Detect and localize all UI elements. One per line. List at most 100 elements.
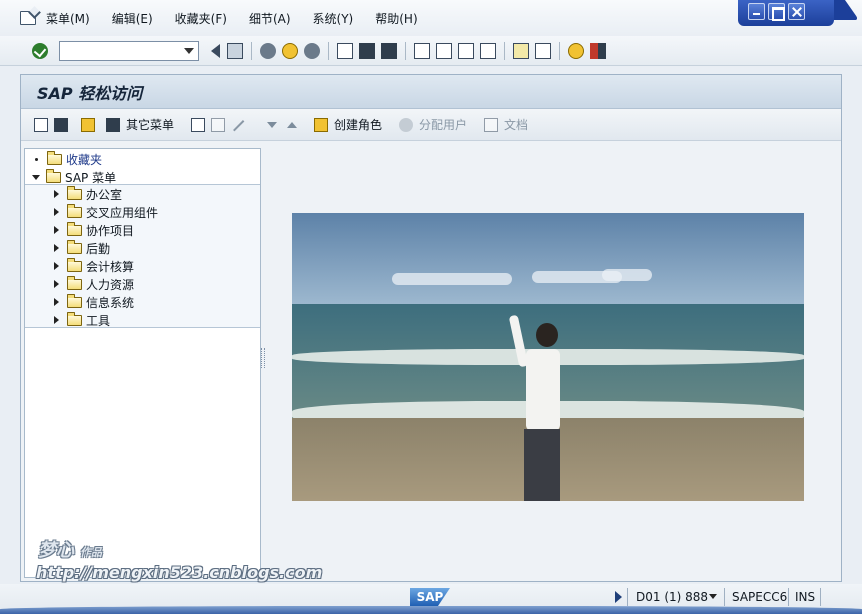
other-menu-icon[interactable] <box>106 117 120 132</box>
menu-bar: 菜单(M) 编辑(E) 收藏夹(F) 细节(A) 系统(Y) 帮助(H) <box>0 0 862 36</box>
tree-node-label: 后勤 <box>86 241 111 256</box>
folder-open-icon <box>46 168 61 183</box>
watermark-url: http://mengxin523.cnblogs.com <box>36 563 323 582</box>
last-page-icon[interactable] <box>480 42 496 59</box>
menu-favorites[interactable]: 收藏夹(F) <box>175 10 227 27</box>
next-page-icon[interactable] <box>458 42 474 59</box>
chevron-down-icon[interactable] <box>184 47 194 54</box>
create-role-icon[interactable] <box>314 117 329 132</box>
status-expand-icon[interactable] <box>615 591 622 603</box>
move-down-icon[interactable] <box>267 121 278 128</box>
create-role-button[interactable]: 创建角色 <box>334 116 382 133</box>
expand-arrow-icon[interactable] <box>32 174 40 180</box>
photo-cloud <box>392 273 512 285</box>
collapse-arrow-icon[interactable] <box>54 262 59 270</box>
documentation-icon[interactable] <box>484 117 499 132</box>
toolbar-separator <box>251 41 252 60</box>
folder-icon <box>67 293 82 308</box>
tree-node-collaboration[interactable]: 协作项目 <box>54 221 134 239</box>
panel-splitter[interactable] <box>261 148 265 578</box>
watermark-author-suffix: 作品 <box>80 546 102 559</box>
new-session-icon[interactable] <box>513 42 529 59</box>
folder-icon <box>67 311 82 326</box>
tree-node-logistics[interactable]: 后勤 <box>54 239 110 257</box>
enter-icon[interactable] <box>32 42 48 59</box>
watermark-author: 梦心 作品 <box>38 536 102 562</box>
folder-icon <box>67 239 82 254</box>
folder-icon <box>67 275 82 290</box>
assign-users-button[interactable]: 分配用户 <box>419 116 467 133</box>
minimize-button[interactable] <box>748 3 765 20</box>
shortcut-icon[interactable] <box>535 42 551 59</box>
menu-system[interactable]: 系统(Y) <box>313 10 354 27</box>
main-window: SAP 轻松访问 其它菜单 创建角色 分配用户 文档 收藏夹 SAP 菜单 办公… <box>20 74 842 582</box>
standard-toolbar <box>0 36 862 66</box>
tree-node-hr[interactable]: 人力资源 <box>54 275 134 293</box>
collapse-arrow-icon[interactable] <box>54 280 59 288</box>
tree-node-office[interactable]: 办公室 <box>54 185 122 203</box>
menu-details[interactable]: 细节(A) <box>249 10 291 27</box>
print-icon[interactable] <box>337 42 353 59</box>
system-menu-icon[interactable] <box>20 11 36 25</box>
tree-node-favorites[interactable]: 收藏夹 <box>33 150 102 168</box>
delete-icon[interactable] <box>211 117 226 132</box>
assign-users-icon[interactable] <box>399 117 414 132</box>
watermark-author-name: 梦心 <box>38 540 74 561</box>
menu-edit[interactable]: 编辑(E) <box>112 10 153 27</box>
tree-node-tools[interactable]: 工具 <box>54 311 110 329</box>
status-mode[interactable]: INS <box>795 590 815 604</box>
bullet-icon <box>35 157 38 161</box>
cancel-icon[interactable] <box>304 42 320 59</box>
save-icon[interactable] <box>227 42 243 59</box>
collapse-arrow-icon[interactable] <box>54 190 59 198</box>
close-button[interactable] <box>788 3 805 20</box>
tree-node-label: SAP 菜单 <box>65 170 117 185</box>
page-title: SAP 轻松访问 <box>37 83 143 103</box>
back-icon[interactable] <box>211 43 220 58</box>
status-server: SAPECC6 <box>732 590 788 604</box>
status-separator <box>627 588 628 606</box>
taskbar-edge <box>0 606 862 614</box>
toolbar-separator <box>328 41 329 60</box>
tree-node-info-systems[interactable]: 信息系统 <box>54 293 134 311</box>
other-menu-button[interactable]: 其它菜单 <box>126 116 174 133</box>
folder-icon <box>67 185 82 200</box>
back-arrow-icon[interactable] <box>260 42 276 59</box>
window-controls <box>738 0 834 26</box>
user-menu-icon[interactable] <box>81 117 95 132</box>
find-next-icon[interactable] <box>381 42 397 59</box>
tree-node-label: 工具 <box>86 313 111 328</box>
tree-node-accounting[interactable]: 会计核算 <box>54 257 134 275</box>
exit-icon[interactable] <box>282 42 298 59</box>
status-system: D01 (1) 888 <box>636 590 709 604</box>
add-to-favorites-icon[interactable] <box>34 117 48 132</box>
collapse-arrow-icon[interactable] <box>54 226 59 234</box>
photo-person-head <box>536 323 558 347</box>
collapse-arrow-icon[interactable] <box>54 208 59 216</box>
previous-page-icon[interactable] <box>436 42 452 59</box>
layout-menu-icon[interactable] <box>590 42 606 59</box>
tree-node-label: 交叉应用组件 <box>86 205 159 220</box>
collapse-arrow-icon[interactable] <box>54 316 59 324</box>
menu-help[interactable]: 帮助(H) <box>375 10 417 27</box>
move-up-icon[interactable] <box>287 121 298 128</box>
tree-node-cross-app[interactable]: 交叉应用组件 <box>54 203 158 221</box>
help-icon[interactable] <box>568 42 584 59</box>
maximize-button[interactable] <box>768 3 785 21</box>
favorites-icon[interactable] <box>54 117 68 132</box>
add-icon[interactable] <box>191 117 206 132</box>
title-bar: SAP 轻松访问 <box>21 75 841 109</box>
menu-menu[interactable]: 菜单(M) <box>46 10 90 27</box>
toolbar-separator <box>504 41 505 60</box>
photo-person-legs <box>524 429 560 501</box>
first-page-icon[interactable] <box>414 42 430 59</box>
collapse-arrow-icon[interactable] <box>54 298 59 306</box>
command-field[interactable] <box>59 40 199 61</box>
collapse-arrow-icon[interactable] <box>54 244 59 252</box>
find-icon[interactable] <box>359 42 375 59</box>
documentation-button[interactable]: 文档 <box>504 116 528 133</box>
chevron-down-icon[interactable] <box>709 594 717 599</box>
navigation-tree: 收藏夹 SAP 菜单 办公室 交叉应用组件 协作项目 后勤 会计核算 人力资源 … <box>24 148 261 578</box>
beach-photo <box>292 213 804 501</box>
pencil-icon[interactable] <box>231 118 245 131</box>
